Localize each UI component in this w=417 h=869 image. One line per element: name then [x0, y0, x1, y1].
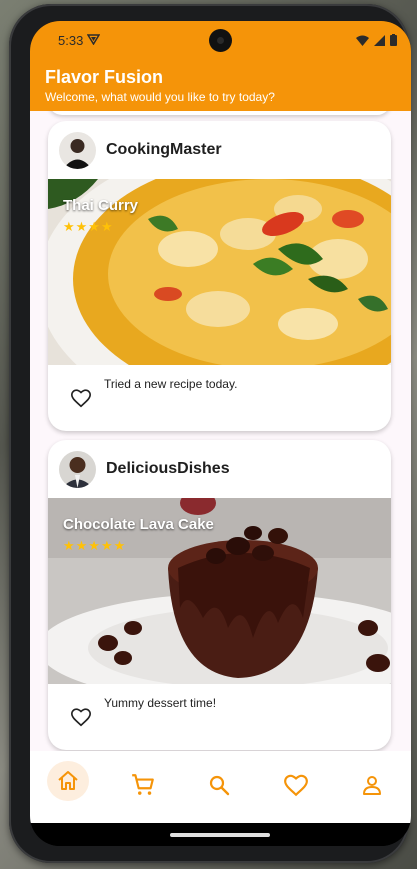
post-card[interactable]: CookingMaster Thai Curry ★★★★ Tried a ne…	[48, 121, 391, 431]
avatar-image	[59, 132, 96, 169]
person-icon	[363, 776, 381, 795]
avatar[interactable]	[59, 451, 96, 488]
nav-favorites[interactable]	[272, 757, 320, 813]
signal-icon	[374, 34, 385, 46]
heart-icon	[284, 774, 308, 797]
post-image[interactable]: Thai Curry ★★★★	[48, 179, 391, 365]
post-username[interactable]: DeliciousDishes	[106, 460, 230, 478]
app-bar: 5:33 Flavor Fusion Welcome, what would y…	[30, 21, 411, 111]
cart-icon	[132, 774, 154, 795]
home-icon	[58, 771, 78, 790]
avatar-image	[59, 451, 96, 488]
post-header: DeliciousDishes	[48, 440, 391, 498]
post-footer: Yummy dessert time!	[48, 684, 391, 750]
app-subtitle: Welcome, what would you like to try toda…	[45, 90, 275, 104]
post-caption: Tried a new recipe today.	[104, 377, 238, 391]
post-caption: Yummy dessert time!	[104, 696, 217, 710]
nav-search[interactable]	[195, 757, 243, 813]
front-camera	[209, 29, 232, 52]
post-card[interactable]: DeliciousDishes Chocolate Lava Cake ★★★★…	[48, 440, 391, 750]
notification-icon	[87, 34, 100, 45]
post-header: CookingMaster	[48, 121, 391, 179]
post-footer: Tried a new recipe today.	[48, 365, 391, 431]
status-bar: 5:33	[30, 21, 411, 59]
phone-frame: 5:33 Flavor Fusion Welcome, what would y…	[9, 4, 411, 863]
phone-screen: 5:33 Flavor Fusion Welcome, what would y…	[30, 21, 411, 846]
previous-post-card[interactable]	[48, 111, 391, 115]
search-icon	[209, 775, 230, 796]
nav-cart[interactable]	[119, 757, 167, 813]
like-heart-icon[interactable]	[70, 706, 92, 728]
app-title: Flavor Fusion	[45, 67, 164, 87]
dish-name: Thai Curry	[63, 197, 139, 214]
wifi-icon	[356, 35, 369, 46]
nav-home[interactable]	[44, 753, 92, 809]
like-heart-icon[interactable]	[70, 387, 92, 409]
avatar[interactable]	[59, 132, 96, 169]
gesture-bar[interactable]	[170, 833, 270, 837]
feed[interactable]: CookingMaster Thai Curry ★★★★ Tried a ne…	[30, 111, 411, 751]
status-time: 5:33	[58, 33, 84, 48]
nav-profile[interactable]	[348, 757, 396, 813]
dish-name: Chocolate Lava Cake	[63, 516, 214, 533]
bottom-navigation	[30, 751, 411, 823]
post-username[interactable]: CookingMaster	[106, 141, 222, 159]
post-image[interactable]: Chocolate Lava Cake ★★★★★	[48, 498, 391, 684]
rating-stars: ★★★★★	[63, 538, 127, 553]
status-icons	[356, 34, 397, 46]
battery-icon	[390, 34, 397, 46]
rating-stars: ★★★★	[63, 219, 114, 234]
